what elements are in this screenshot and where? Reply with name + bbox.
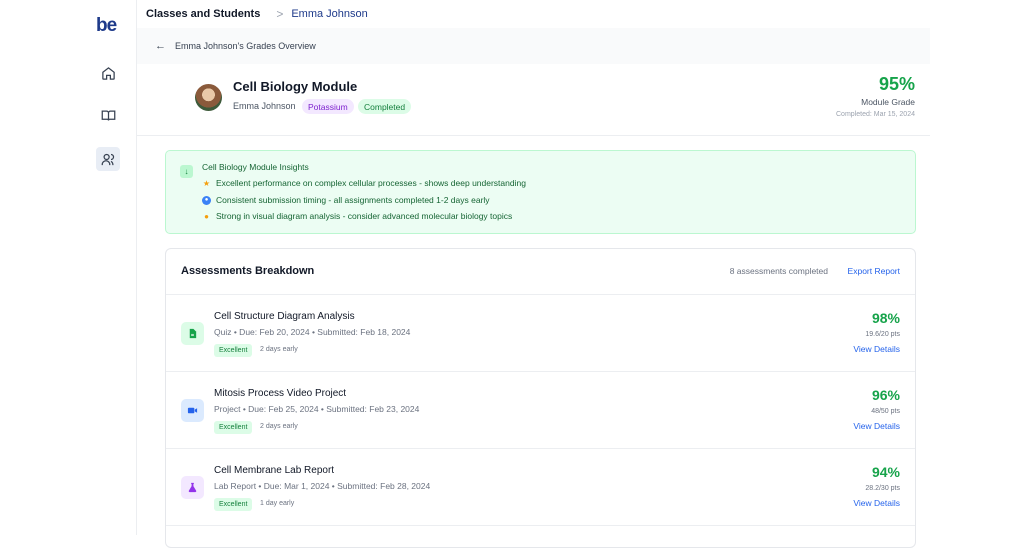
insights-title: Cell Biology Module Insights	[202, 162, 309, 172]
back-arrow-icon[interactable]: ←	[155, 40, 166, 52]
assessment-row[interactable]	[166, 525, 915, 549]
excellent-badge: Excellent	[214, 421, 253, 434]
assessment-meta: Lab Report • Due: Mar 1, 2024 • Submitte…	[214, 481, 431, 491]
module-grade: 95%	[878, 74, 915, 94]
assessment-score: 96%	[871, 387, 900, 403]
document-icon	[181, 322, 204, 345]
status-badge: Completed	[358, 99, 412, 114]
app-logo[interactable]: be	[96, 15, 117, 37]
back-label[interactable]: Emma Johnson's Grades Overview	[175, 41, 316, 51]
module-title: Cell Biology Module	[233, 79, 358, 94]
insight-item: ● Strong in visual diagram analysis - co…	[202, 211, 512, 221]
home-icon[interactable]	[96, 61, 120, 85]
assessment-meta: Project • Due: Feb 25, 2024 • Submitted:…	[214, 404, 420, 414]
insight-text: Consistent submission timing - all assig…	[216, 195, 490, 205]
insight-text: Strong in visual diagram analysis - cons…	[216, 211, 513, 221]
timing-text: 2 days early	[260, 346, 298, 353]
house-badge: Potassium	[302, 99, 354, 114]
assessment-row[interactable]: Cell Membrane Lab Report Lab Report • Du…	[166, 448, 915, 525]
view-details-link[interactable]: View Details	[853, 498, 900, 508]
assessment-title: Mitosis Process Video Project	[214, 388, 347, 399]
breadcrumb-root[interactable]: Classes and Students	[146, 8, 260, 20]
timing-text: 1 day early	[260, 500, 295, 507]
assessment-score: 94%	[871, 464, 900, 480]
star-icon: ★	[202, 178, 211, 188]
assessment-points: 48/50 pts	[871, 408, 900, 415]
breadcrumb: Classes and Students > Emma Johnson	[137, 0, 930, 28]
back-bar: ← Emma Johnson's Grades Overview	[137, 28, 930, 64]
timing-text: 2 days early	[260, 423, 298, 430]
book-icon[interactable]	[96, 103, 120, 127]
assessments-title: Assessments Breakdown	[181, 265, 315, 277]
assessment-points: 19.6/20 pts	[865, 331, 900, 338]
insight-item: ★ Excellent performance on complex cellu…	[202, 178, 526, 188]
download-icon: ↓	[180, 165, 193, 178]
module-header: Cell Biology Module Emma Johnson Potassi…	[137, 64, 930, 136]
view-details-link[interactable]: View Details	[853, 421, 900, 431]
completed-date: Completed: Mar 15, 2024	[836, 111, 915, 118]
lightbulb-icon: ●	[204, 211, 209, 221]
breadcrumb-current: Emma Johnson	[291, 8, 368, 20]
flask-icon	[181, 476, 204, 499]
clock-icon: ●	[202, 195, 211, 205]
assessment-title: Cell Membrane Lab Report	[214, 465, 335, 476]
sidebar: be	[0, 0, 137, 535]
video-icon	[181, 399, 204, 422]
breadcrumb-separator: >	[276, 7, 284, 21]
excellent-badge: Excellent	[214, 344, 253, 357]
module-grade-label: Module Grade	[861, 97, 915, 107]
users-icon[interactable]	[96, 147, 120, 171]
assessment-points: 28.2/30 pts	[865, 485, 900, 492]
insight-item: ● Consistent submission timing - all ass…	[202, 195, 490, 205]
avatar	[195, 84, 222, 111]
view-details-link[interactable]: View Details	[853, 344, 900, 354]
assessments-card: Assessments Breakdown 8 assessments comp…	[165, 248, 916, 548]
export-report-link[interactable]: Export Report	[848, 266, 900, 276]
assessment-row[interactable]: Mitosis Process Video Project Project • …	[166, 371, 915, 448]
assessments-count: 8 assessments completed	[729, 266, 828, 276]
student-name: Emma Johnson	[233, 101, 296, 111]
assessment-row[interactable]: Cell Structure Diagram Analysis Quiz • D…	[166, 294, 915, 371]
assessment-score: 98%	[871, 310, 900, 326]
excellent-badge: Excellent	[214, 498, 253, 511]
insights-panel: ↓ Cell Biology Module Insights ★ Excelle…	[165, 150, 916, 234]
assessment-meta: Quiz • Due: Feb 20, 2024 • Submitted: Fe…	[214, 327, 411, 337]
insight-text: Excellent performance on complex cellula…	[216, 178, 526, 188]
assessment-title: Cell Structure Diagram Analysis	[214, 311, 355, 322]
